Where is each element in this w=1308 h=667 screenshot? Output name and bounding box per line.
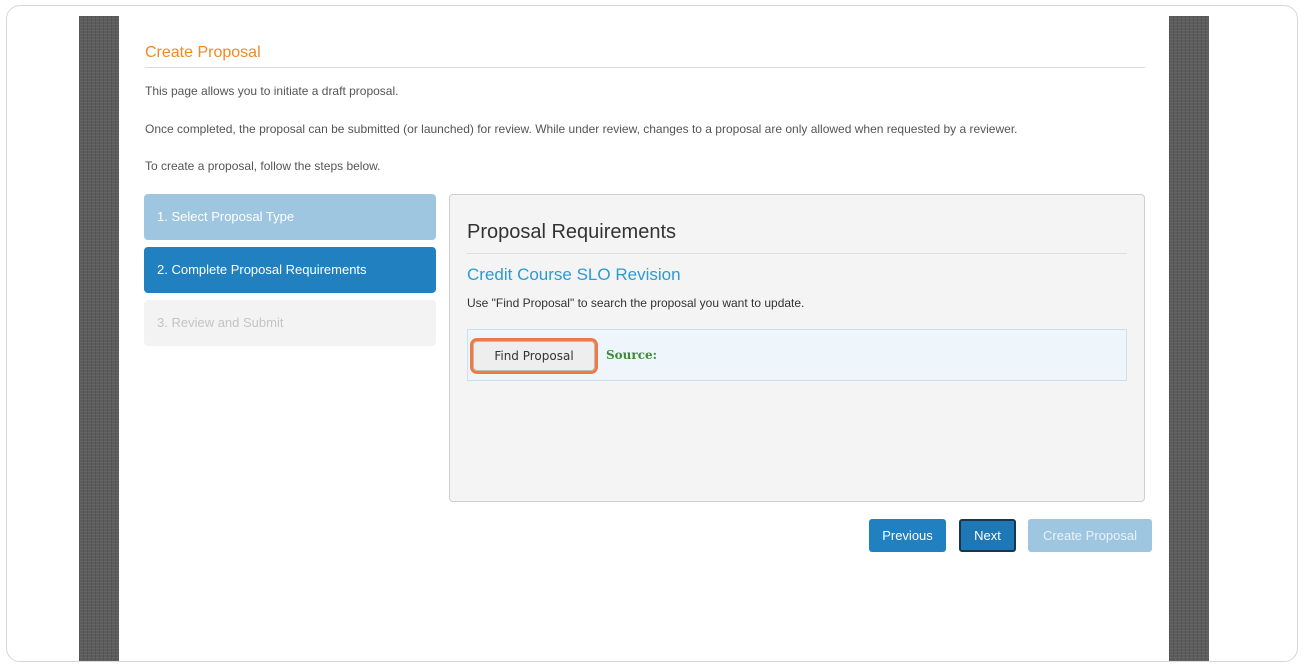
step-list: 1. Select Proposal Type 2. Complete Prop… <box>144 194 436 353</box>
intro-text-3: To create a proposal, follow the steps b… <box>145 159 381 173</box>
page-title: Create Proposal <box>145 44 261 61</box>
main-content: Create Proposal This page allows you to … <box>119 16 1169 661</box>
requirements-panel: Proposal Requirements Credit Course SLO … <box>449 194 1145 502</box>
step-select-proposal-type[interactable]: 1. Select Proposal Type <box>144 194 436 240</box>
title-divider <box>145 67 1145 68</box>
find-proposal-box: Find Proposal Source: <box>467 329 1127 381</box>
left-background-strip <box>79 16 119 661</box>
panel-heading: Proposal Requirements <box>467 221 676 243</box>
intro-text-2: Once completed, the proposal can be subm… <box>145 122 1018 136</box>
proposal-type-title: Credit Course SLO Revision <box>467 265 681 284</box>
source-label: Source: <box>606 348 658 362</box>
next-button[interactable]: Next <box>959 519 1016 552</box>
panel-divider <box>467 253 1127 254</box>
intro-text-1: This page allows you to initiate a draft… <box>145 84 399 98</box>
step-review-submit: 3. Review and Submit <box>144 300 436 346</box>
step-complete-requirements[interactable]: 2. Complete Proposal Requirements <box>144 247 436 293</box>
right-background-strip <box>1169 16 1209 661</box>
panel-instruction: Use "Find Proposal" to search the propos… <box>467 296 805 310</box>
previous-button[interactable]: Previous <box>869 519 946 552</box>
create-proposal-button[interactable]: Create Proposal <box>1028 519 1152 552</box>
find-proposal-button[interactable]: Find Proposal <box>473 341 595 371</box>
screenshot-frame: Create Proposal This page allows you to … <box>6 5 1298 662</box>
